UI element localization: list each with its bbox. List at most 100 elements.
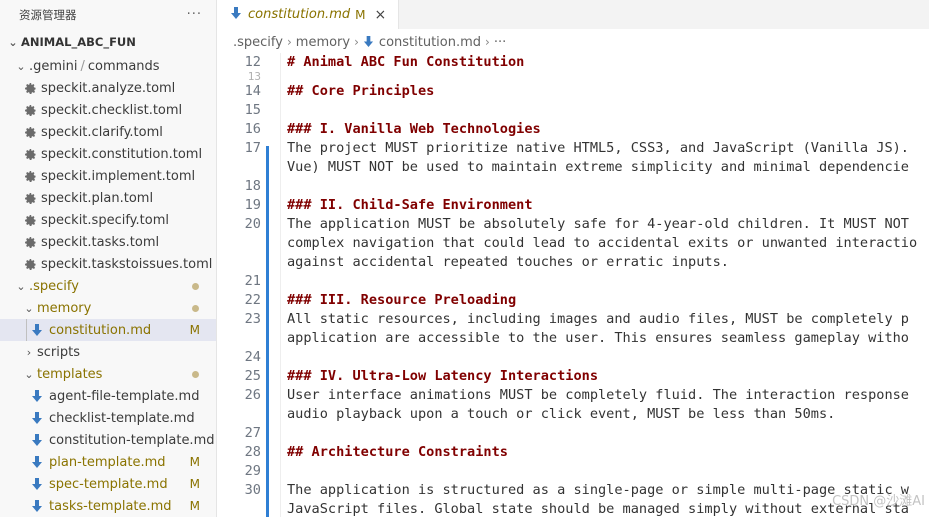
tree-file-label: speckit.checklist.toml [41, 102, 183, 118]
code-line[interactable]: 18 [218, 177, 929, 196]
tree-folder-gemini[interactable]: ⌄ .gemini / commands [0, 55, 216, 77]
tree-file-toml[interactable]: speckit.plan.toml [0, 187, 216, 209]
code-line[interactable]: 30 The application is structured as a sin… [218, 481, 929, 500]
tree-file-toml[interactable]: speckit.analyze.toml [0, 77, 216, 99]
code-text: ## Core Principles [287, 83, 435, 99]
gear-icon [22, 80, 38, 96]
tree-file-template[interactable]: plan-template.md M [0, 451, 216, 473]
tree-file-toml[interactable]: speckit.taskstoissues.toml [0, 253, 216, 275]
tree-folder-label: scripts [37, 344, 80, 360]
gear-icon [22, 190, 38, 206]
code-line[interactable]: 23 All static resources, including images… [218, 310, 929, 329]
code-line[interactable]: 14 ## Core Principles [218, 82, 929, 101]
code-line[interactable]: 15 [218, 101, 929, 120]
code-line[interactable]: 17 The project MUST prioritize native HTM… [218, 139, 929, 158]
close-icon[interactable]: × [374, 7, 386, 23]
breadcrumb-item-file[interactable]: constitution.md [379, 35, 481, 50]
code-line[interactable]: 28 ## Architecture Constraints [218, 443, 929, 462]
tab-title: constitution.md [248, 7, 351, 22]
tree-file-toml[interactable]: speckit.clarify.toml [0, 121, 216, 143]
breadcrumb: .specify › memory › constitution.md › ··… [218, 29, 929, 55]
tree-file-toml[interactable]: speckit.specify.toml [0, 209, 216, 231]
code-line[interactable]: 24 [218, 348, 929, 367]
line-number: 18 [244, 178, 261, 194]
tree-file-label: speckit.specify.toml [41, 212, 169, 228]
gear-icon [22, 168, 38, 184]
code-text: ### IV. Ultra-Low Latency Interactions [287, 368, 598, 384]
code-text: ### II. Child-Safe Environment [287, 197, 533, 213]
tree-folder-memory[interactable]: ⌄ memory [0, 297, 216, 319]
tree-file-template[interactable]: constitution-template.md [0, 429, 216, 451]
gear-icon [22, 124, 38, 140]
tree-file-template[interactable]: agent-file-template.md [0, 385, 216, 407]
markdown-file-icon [30, 454, 44, 470]
editor-area: constitution.md M × .specify › memory › … [218, 0, 929, 517]
code-text: All static resources, including images a… [287, 311, 909, 327]
chevron-down-icon: ⌄ [8, 35, 18, 49]
code-line[interactable]: 29 [218, 462, 929, 481]
tree-file-template[interactable]: checklist-template.md [0, 407, 216, 429]
tree-file-toml[interactable]: speckit.implement.toml [0, 165, 216, 187]
line-number: 17 [244, 140, 261, 156]
code-line[interactable]: audio playback upon a touch or click eve… [218, 405, 929, 424]
breadcrumb-item-specify[interactable]: .specify [233, 35, 283, 50]
code-line[interactable]: against accidental repeated touches or e… [218, 253, 929, 272]
code-line[interactable]: 16 ### I. Vanilla Web Technologies [218, 120, 929, 139]
tree-file-toml[interactable]: speckit.checklist.toml [0, 99, 216, 121]
markdown-file-icon [30, 432, 44, 448]
markdown-file-icon [30, 498, 44, 514]
code-text: Vue) MUST NOT be used to maintain extrem… [287, 159, 909, 175]
tree-file-toml[interactable]: speckit.tasks.toml [0, 231, 216, 253]
code-line[interactable]: 21 [218, 272, 929, 291]
modified-badge: M [355, 7, 366, 22]
code-line[interactable]: JavaScript files. Global state should be… [218, 500, 929, 517]
tree-file-label: checklist-template.md [49, 410, 195, 426]
code-line[interactable]: complex navigation that could lead to ac… [218, 234, 929, 253]
line-number: 16 [244, 121, 261, 137]
more-actions-icon[interactable]: ··· [187, 7, 202, 22]
tree-folder-label: .specify [29, 278, 79, 294]
code-text: The project MUST prioritize native HTML5… [287, 140, 909, 156]
chevron-down-icon: ⌄ [16, 59, 26, 73]
workspace-section-header[interactable]: ⌄ ANIMAL_ABC_FUN [0, 29, 216, 55]
tree-folder-templates[interactable]: ⌄ templates [0, 363, 216, 385]
code-line[interactable]: 27 [218, 424, 929, 443]
line-number: 27 [244, 425, 261, 441]
tab-constitution[interactable]: constitution.md M × [218, 0, 400, 29]
line-number: 30 [244, 482, 261, 498]
tree-file-template[interactable]: spec-template.md M [0, 473, 216, 495]
breadcrumb-more[interactable]: ··· [494, 35, 506, 50]
code-line[interactable]: Vue) MUST NOT be used to maintain extrem… [218, 158, 929, 177]
code-line[interactable]: 22 ### III. Resource Preloading [218, 291, 929, 310]
tree-folder-scripts[interactable]: › scripts [0, 341, 216, 363]
breadcrumb-item-memory[interactable]: memory [296, 35, 350, 50]
code-text: ### I. Vanilla Web Technologies [287, 121, 541, 137]
line-number: 29 [244, 463, 261, 479]
modified-dot-icon [192, 282, 199, 290]
code-editor[interactable]: 12 # Animal ABC Fun Constitution 13 14 ## Co… [218, 53, 929, 517]
chevron-right-icon: › [286, 35, 292, 49]
chevron-right-icon: › [26, 345, 32, 359]
markdown-file-icon [30, 388, 44, 404]
modified-badge: M [189, 499, 200, 513]
tree-file-template[interactable]: tasks-template.md M [0, 495, 216, 517]
tree-file-label: speckit.taskstoissues.toml [41, 256, 213, 272]
line-number: 21 [244, 273, 261, 289]
code-line[interactable]: application are accessible to the user. … [218, 329, 929, 348]
line-number: 22 [244, 292, 261, 308]
modified-badge: M [189, 323, 200, 337]
code-line[interactable]: 20 The application MUST be absolutely saf… [218, 215, 929, 234]
explorer-sidebar: 资源管理器 ··· ⌄ ANIMAL_ABC_FUN ⌄ .gemini / com… [0, 0, 217, 517]
tree-folder-specify[interactable]: ⌄ .specify [0, 275, 216, 297]
line-number: 19 [244, 197, 261, 213]
code-text: The application is structured as a singl… [287, 482, 909, 498]
code-line[interactable]: 19 ### II. Child-Safe Environment [218, 196, 929, 215]
tree-file-toml[interactable]: speckit.constitution.toml [0, 143, 216, 165]
tree-folder-label: .gemini / commands [29, 58, 160, 74]
code-line[interactable]: 26 User interface animations MUST be comp… [218, 386, 929, 405]
tree-file-label: speckit.tasks.toml [41, 234, 160, 250]
markdown-file-icon [30, 476, 44, 492]
tree-file-label: plan-template.md [49, 454, 166, 470]
tree-file-constitution[interactable]: constitution.md M [0, 319, 216, 341]
code-line[interactable]: 25 ### IV. Ultra-Low Latency Interactions [218, 367, 929, 386]
